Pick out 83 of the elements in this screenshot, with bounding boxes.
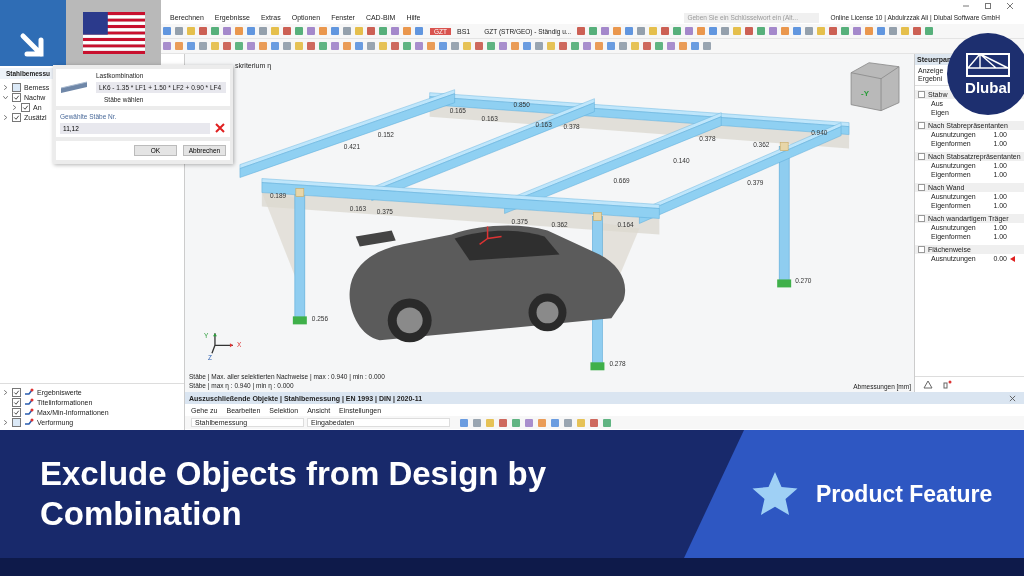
collapse-icon[interactable] <box>918 91 925 98</box>
chevron-icon[interactable] <box>2 113 9 121</box>
checkbox[interactable] <box>21 102 30 112</box>
tool-icon[interactable] <box>563 417 573 428</box>
tool-icon[interactable] <box>550 417 560 428</box>
tool-icon[interactable] <box>864 26 875 36</box>
collapse-icon[interactable] <box>918 184 925 191</box>
tool-icon[interactable] <box>588 26 599 36</box>
tool-icon[interactable] <box>780 26 791 36</box>
tool-icon[interactable] <box>624 26 635 36</box>
maximize-icon[interactable] <box>984 2 992 10</box>
result-icon <box>24 418 34 426</box>
tool-icon[interactable] <box>900 26 911 36</box>
tool-icon[interactable] <box>768 26 779 36</box>
collapse-icon[interactable] <box>918 153 925 160</box>
minimize-icon[interactable] <box>962 2 970 10</box>
flag-icon <box>82 12 145 54</box>
tool-icon[interactable] <box>660 26 671 36</box>
result-icon <box>24 408 34 416</box>
result-icon <box>24 398 34 406</box>
view-cube-drawing <box>850 62 900 112</box>
tool-icon[interactable] <box>636 26 647 36</box>
tool-icon[interactable] <box>756 26 767 36</box>
tool-icon[interactable] <box>498 417 508 428</box>
tool-icon[interactable] <box>852 26 863 36</box>
tool-icon[interactable] <box>600 26 611 36</box>
tool-icon[interactable] <box>472 417 482 428</box>
tab-icon[interactable] <box>943 380 953 389</box>
collapse-icon[interactable] <box>918 215 925 222</box>
checkbox[interactable] <box>12 112 21 122</box>
tool-icon[interactable] <box>648 26 659 36</box>
tool-icon[interactable] <box>696 26 707 36</box>
tool-icon[interactable] <box>576 26 587 36</box>
chevron-icon[interactable] <box>2 388 9 396</box>
tool-icon[interactable] <box>912 26 923 36</box>
clear-icon[interactable] <box>214 122 226 134</box>
tool-icon[interactable] <box>732 26 743 36</box>
axes-icon <box>211 332 234 354</box>
feature-label: Product Feature <box>816 480 993 508</box>
tool-icon[interactable] <box>485 417 495 428</box>
tool-icon[interactable] <box>524 417 534 428</box>
tool-icon[interactable] <box>888 26 899 36</box>
chevron-icon[interactable] <box>11 103 18 111</box>
checkbox[interactable] <box>12 407 21 417</box>
tool-icon[interactable] <box>537 417 547 428</box>
checkbox[interactable] <box>12 82 21 92</box>
tool-icon[interactable] <box>684 26 695 36</box>
tool-icon[interactable] <box>511 417 521 428</box>
tool-icon[interactable] <box>804 26 815 36</box>
tool-icon[interactable] <box>576 417 586 428</box>
close-icon[interactable] <box>1006 2 1014 10</box>
checkbox[interactable] <box>12 397 21 407</box>
tool-icon[interactable] <box>589 417 599 428</box>
chevron-icon[interactable] <box>2 93 9 101</box>
chevron-icon[interactable] <box>2 418 9 426</box>
tool-icon[interactable] <box>792 26 803 36</box>
checkbox[interactable] <box>12 387 21 397</box>
tool-icon[interactable] <box>840 26 851 36</box>
logo-text: Dlubal <box>965 78 1011 96</box>
tool-icon[interactable] <box>672 26 683 36</box>
arrow-icon <box>19 32 47 60</box>
collapse-icon[interactable] <box>918 122 925 129</box>
tool-icon[interactable] <box>612 26 623 36</box>
checkbox[interactable] <box>12 417 21 427</box>
tool-icon[interactable] <box>828 26 839 36</box>
tool-icon[interactable] <box>816 26 827 36</box>
collapse-icon[interactable] <box>918 246 925 253</box>
chevron-icon[interactable] <box>2 83 9 91</box>
tool-icon[interactable] <box>708 26 719 36</box>
result-icon <box>24 388 34 396</box>
tool-icon[interactable] <box>924 26 935 36</box>
star-icon <box>750 470 800 518</box>
tool-icon[interactable] <box>459 417 469 428</box>
bridge-icon <box>966 52 1010 77</box>
tool-icon[interactable] <box>744 26 755 36</box>
tab-icon[interactable] <box>923 380 933 389</box>
banner-title: Exclude Objects from Design by Combination <box>40 454 548 534</box>
checkbox[interactable] <box>12 92 21 102</box>
tool-icon[interactable] <box>720 26 731 36</box>
tool-icon[interactable] <box>876 26 887 36</box>
tool-icon[interactable] <box>602 417 612 428</box>
close-icon[interactable] <box>1009 394 1016 402</box>
cube-face-label: -Y <box>861 88 870 98</box>
